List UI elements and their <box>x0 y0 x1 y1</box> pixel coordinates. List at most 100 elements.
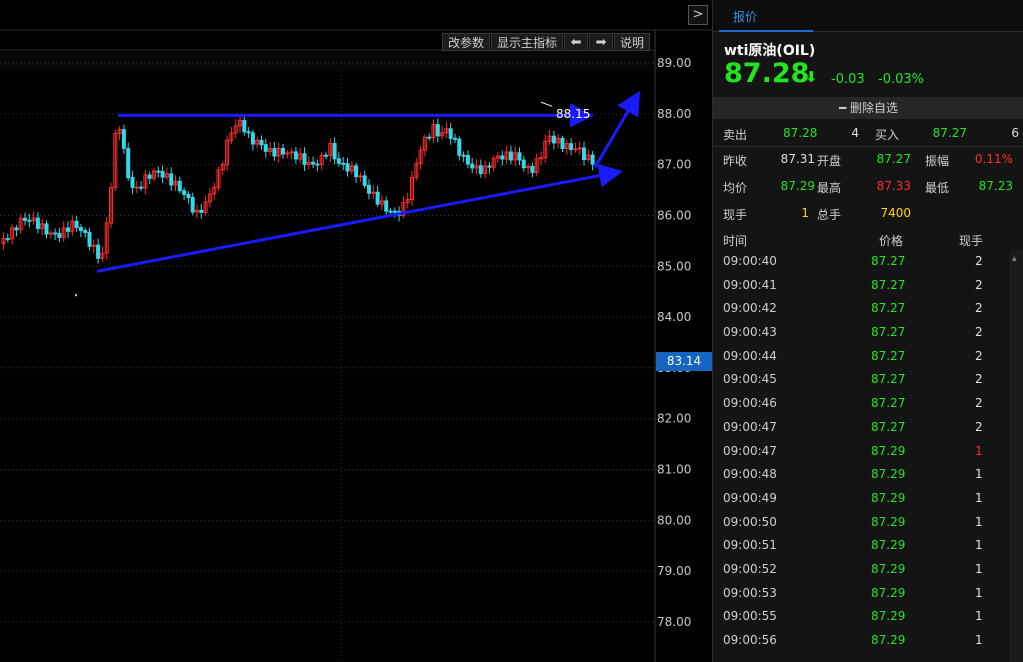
candle-body <box>78 227 83 232</box>
y-tick-label: 78.00 <box>657 615 691 629</box>
tick-time: 09:00:44 <box>723 348 777 363</box>
candle-body <box>427 136 432 139</box>
bid-qty: 6 <box>1011 126 1019 140</box>
ticks-scrollbar[interactable]: ▴ <box>1010 250 1023 662</box>
candle-body <box>530 165 535 173</box>
candle-body <box>367 184 371 194</box>
candlestick-chart[interactable]: 89.0088.0087.0086.0085.0084.0083.0082.00… <box>0 0 712 662</box>
tick-row: 09:00:44 87.27 2 <box>713 345 1023 369</box>
candle-body <box>517 152 522 161</box>
explain-button[interactable]: 说明 <box>614 33 651 51</box>
candle-body <box>590 154 595 165</box>
last-price: 87.28 <box>724 58 810 89</box>
bid-price: 87.27 <box>932 126 967 140</box>
candle-body <box>242 120 247 133</box>
high-annotation: 88.15 <box>556 107 590 121</box>
y-axis: 89.0088.0087.0086.0085.0084.0083.0082.00… <box>657 56 691 629</box>
instrument-name: wti原油(OIL) <box>724 43 816 59</box>
tick-time: 09:00:53 <box>723 585 777 600</box>
tab-quote[interactable]: 报价 <box>733 8 757 25</box>
candle-body <box>371 191 376 194</box>
y-tick-label: 80.00 <box>657 513 691 527</box>
tick-row: 09:00:47 87.27 2 <box>713 416 1023 440</box>
tick-qty: 2 <box>975 348 983 363</box>
tick-price: 87.27 <box>871 396 906 411</box>
ticks-header-time: 时间 <box>723 234 748 248</box>
candle-body <box>5 238 10 241</box>
candle-body <box>362 175 367 186</box>
y-tick-label: 89.00 <box>657 56 691 70</box>
candle-body <box>470 163 475 169</box>
ask-qty: 4 <box>851 126 859 140</box>
candle-body <box>560 137 565 150</box>
outlier-dot <box>75 294 77 297</box>
tick-time: 09:00:46 <box>723 396 777 411</box>
chart-area[interactable]: 89.0088.0087.0086.0085.0084.0083.0082.00… <box>0 0 712 662</box>
y-tick-label: 79.00 <box>657 564 691 578</box>
candle-body <box>74 220 79 229</box>
candle-body <box>177 180 182 192</box>
candle-body <box>57 233 62 238</box>
candle-body <box>272 148 277 157</box>
tick-time: 09:00:55 <box>723 609 777 624</box>
tick-qty: 1 <box>975 443 983 458</box>
tick-qty: 1 <box>975 514 983 529</box>
candle-body <box>435 124 440 137</box>
tick-qty: 2 <box>975 372 983 387</box>
tick-time: 09:00:56 <box>723 633 777 647</box>
candle-body <box>573 148 578 151</box>
tick-qty: 2 <box>975 419 983 434</box>
candle-body <box>66 227 70 232</box>
candle-body <box>186 193 191 199</box>
tick-time: 09:00:52 <box>723 561 777 576</box>
candle-body <box>83 230 88 233</box>
arrow-left-icon[interactable]: ⬅ <box>564 33 589 51</box>
candle-body <box>139 186 144 189</box>
tick-price: 87.27 <box>871 254 906 268</box>
candle-body <box>375 191 380 205</box>
avg-label: 均价 <box>723 181 748 195</box>
tick-price: 87.27 <box>871 277 906 292</box>
candle-body <box>190 197 195 213</box>
tick-time: 09:00:47 <box>723 419 777 434</box>
tick-qty: 1 <box>975 561 983 576</box>
candle-body <box>27 219 32 222</box>
candle-body <box>156 170 161 173</box>
total-vol: 7400 <box>880 206 911 220</box>
show-main-indicator-button[interactable]: 显示主指标 <box>491 33 564 51</box>
chart-toolbar: 改参数 显示主指标 ⬅ ➡ 说明 <box>442 33 651 51</box>
high-annotation-leader <box>540 101 553 107</box>
tick-qty: 1 <box>975 538 983 553</box>
tick-row: 09:00:50 87.29 1 <box>713 511 1023 535</box>
candle-body <box>487 165 492 168</box>
tick-qty: 1 <box>975 467 983 482</box>
tick-price: 87.29 <box>871 443 906 458</box>
low-label: 最低 <box>925 181 950 195</box>
arrow-right-icon[interactable]: ➡ <box>589 33 614 51</box>
current-price-tag: 83.14 <box>656 352 712 371</box>
candle-body <box>311 161 316 165</box>
ticks-header-qty: 现手 <box>959 234 984 248</box>
tick-time: 09:00:50 <box>723 514 777 529</box>
candle-body <box>302 153 307 165</box>
down-arrow-icon: ⬇ <box>805 68 818 86</box>
scroll-up-icon[interactable]: ▴ <box>1012 254 1022 264</box>
remove-favorite-button[interactable]: ━ 删除自选 <box>713 97 1023 119</box>
high-price: 87.33 <box>876 179 911 193</box>
candle-body <box>44 223 49 235</box>
tick-price: 87.27 <box>871 372 906 387</box>
tick-row: 09:00:51 87.29 1 <box>713 534 1023 558</box>
ticks-list[interactable]: 09:00:40 87.27 2 09:00:41 87.27 2 09:00:42 87.2… <box>713 250 1023 653</box>
candle-body <box>354 165 359 178</box>
tick-price: 87.29 <box>871 561 906 576</box>
ask-label: 卖出 <box>723 128 748 142</box>
tick-row: 09:00:41 87.27 2 <box>713 274 1023 298</box>
candle-body <box>293 151 298 160</box>
candle-body <box>384 200 389 212</box>
candle-body <box>508 151 513 161</box>
ask-price: 87.28 <box>783 126 818 140</box>
collapse-panel-button[interactable]: > <box>688 5 708 25</box>
candle-body <box>126 147 131 179</box>
change-params-button[interactable]: 改参数 <box>442 33 491 51</box>
candle-body <box>147 174 152 179</box>
